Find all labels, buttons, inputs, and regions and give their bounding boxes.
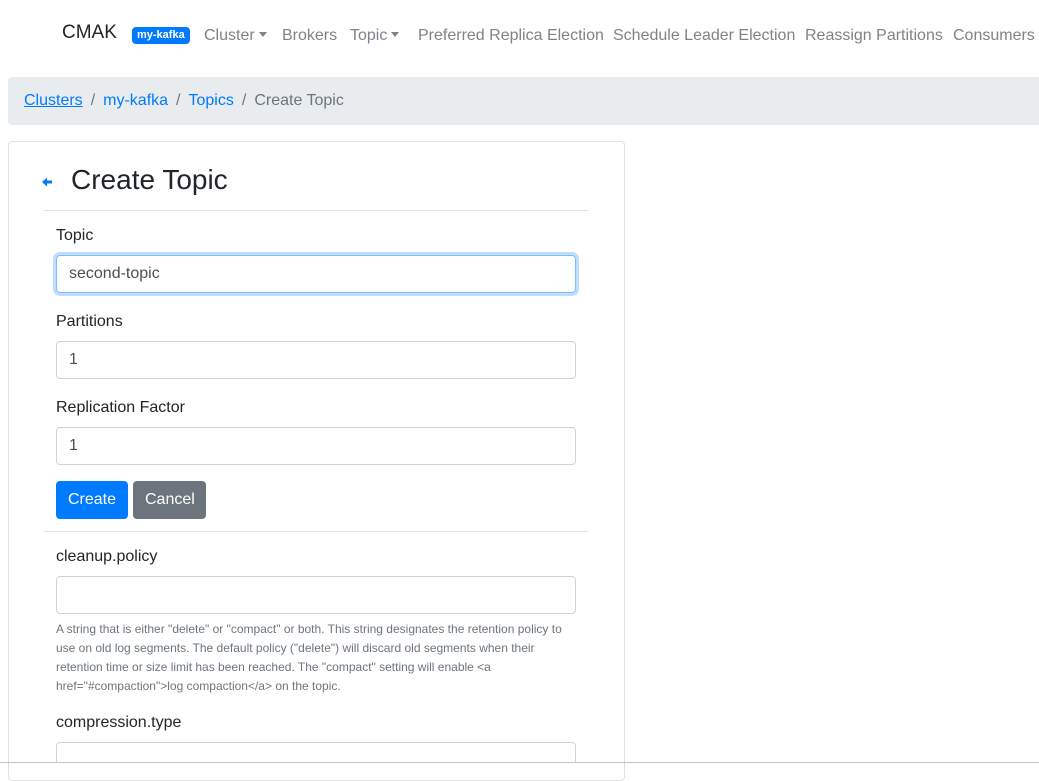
breadcrumb-separator: / — [90, 92, 96, 109]
compression-type-label: compression.type — [56, 714, 182, 731]
breadcrumb: Clusters / my-kafka / Topics / Create Topic — [8, 77, 1039, 125]
cluster-badge[interactable]: my-kafka — [132, 27, 190, 44]
cleanup-policy-label: cleanup.policy — [56, 548, 158, 565]
arrow-left-icon[interactable] — [41, 176, 53, 188]
partitions-label: Partitions — [56, 313, 123, 330]
nav-item-topic[interactable]: Topic — [350, 27, 400, 45]
caret-down-icon — [258, 32, 267, 37]
viewport-bottom-edge — [0, 762, 1039, 763]
header-divider — [44, 210, 588, 211]
nav-item-reassign-partitions[interactable]: Reassign Partitions — [805, 27, 943, 45]
cleanup-policy-help: A string that is either "delete" or "com… — [56, 622, 562, 693]
topic-input[interactable] — [56, 255, 576, 293]
topic-label: Topic — [56, 227, 94, 244]
cancel-button[interactable]: Cancel — [133, 481, 206, 519]
navbar: CMAK my-kafka Cluster Brokers Topic Pref… — [0, 0, 1039, 72]
replication-factor-input[interactable] — [56, 427, 576, 465]
cleanup-policy-input[interactable] — [56, 576, 576, 614]
breadcrumb-clusters[interactable]: Clusters — [24, 92, 83, 109]
create-button[interactable]: Create — [56, 481, 128, 519]
breadcrumb-separator: / — [241, 92, 247, 109]
brand-logo[interactable]: CMAK — [62, 22, 117, 44]
compression-type-input[interactable] — [56, 742, 576, 762]
nav-item-brokers[interactable]: Brokers — [282, 27, 337, 45]
replication-factor-label: Replication Factor — [56, 399, 185, 416]
breadcrumb-separator: / — [176, 92, 181, 109]
config-divider — [44, 531, 588, 532]
breadcrumb-topics[interactable]: Topics — [189, 92, 234, 109]
nav-item-cluster[interactable]: Cluster — [204, 27, 267, 45]
nav-item-schedule-leader-election[interactable]: Schedule Leader Election — [613, 27, 795, 45]
caret-down-icon — [391, 32, 400, 37]
breadcrumb-current: Create Topic — [254, 92, 344, 109]
page-title: Create Topic — [71, 164, 228, 195]
nav-item-preferred-replica-election[interactable]: Preferred Replica Election — [418, 27, 604, 45]
breadcrumb-cluster[interactable]: my-kafka — [103, 92, 168, 109]
nav-item-consumers[interactable]: Consumers — [953, 27, 1035, 45]
partitions-input[interactable] — [56, 341, 576, 379]
